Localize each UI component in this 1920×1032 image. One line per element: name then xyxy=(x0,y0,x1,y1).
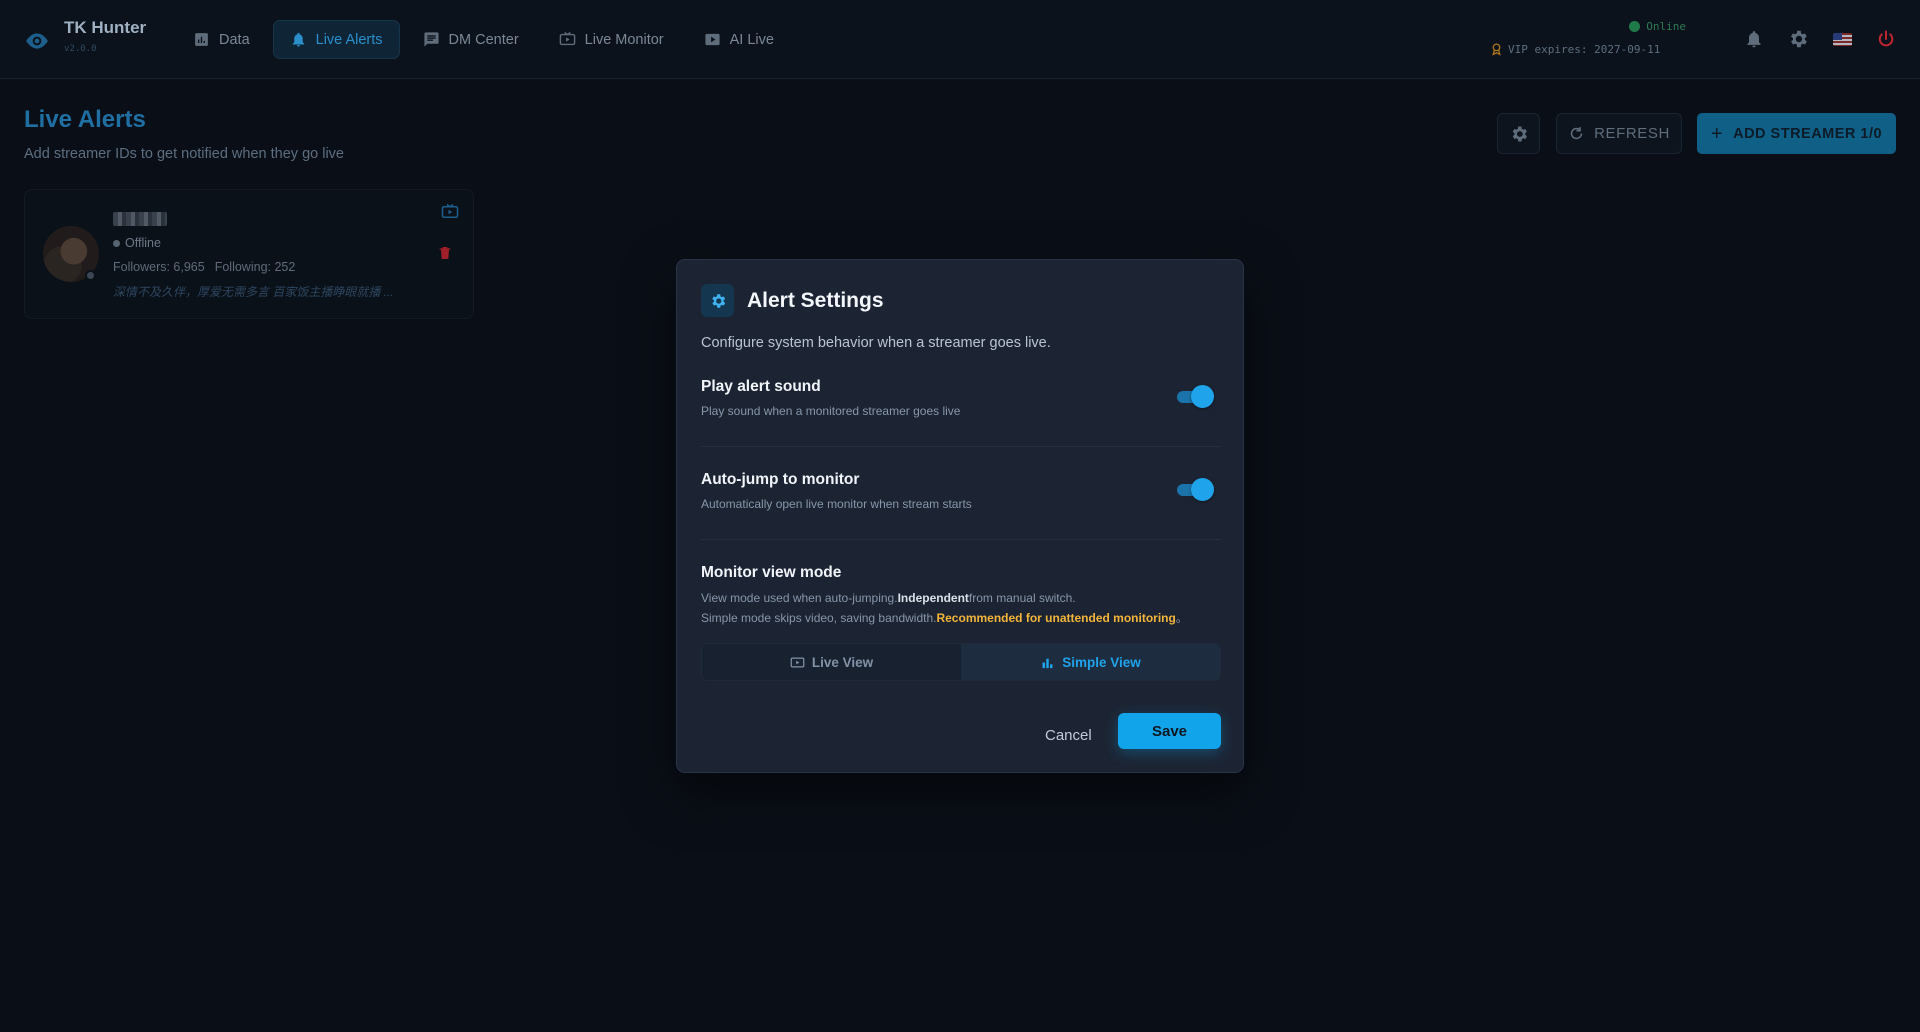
add-streamer-button[interactable]: + ADD STREAMER 1/0 xyxy=(1697,113,1896,154)
logout-button[interactable] xyxy=(1874,27,1898,51)
play-icon xyxy=(705,33,720,46)
tv-icon xyxy=(790,657,805,667)
brand[interactable]: TK Hunter v2.0.0 xyxy=(24,18,146,54)
simple-view-label: Simple View xyxy=(1062,654,1141,670)
nav-item-data[interactable]: Data xyxy=(176,20,267,59)
nav-label: Live Alerts xyxy=(315,31,383,48)
message-icon xyxy=(423,32,439,47)
dialog-description: Configure system behavior when a streame… xyxy=(701,335,1051,351)
bell-icon xyxy=(1747,31,1761,48)
nav-item-ai-live[interactable]: AI Live xyxy=(687,20,791,59)
award-icon xyxy=(1492,43,1501,56)
live-view-label: Live View xyxy=(811,654,874,670)
status-label: Offline xyxy=(125,236,161,250)
notifications-button[interactable] xyxy=(1742,27,1766,51)
option-monitor-view-mode: Monitor view mode View mode used when au… xyxy=(701,564,1221,628)
page-subtitle: Add streamer IDs to get notified when th… xyxy=(24,146,344,162)
account-status: Online VIP expires: 2027-09-11 xyxy=(1490,20,1686,56)
option-subtitle: Play sound when a monitored streamer goe… xyxy=(701,404,961,418)
vip-expiry: VIP expires: 2027-09-11 xyxy=(1508,42,1661,56)
power-icon xyxy=(1878,30,1894,47)
nav-label: Data xyxy=(219,31,250,48)
trash-icon xyxy=(439,247,451,259)
eye-icon xyxy=(26,33,48,49)
option-title: Monitor view mode xyxy=(701,564,842,581)
option-title: Auto-jump to monitor xyxy=(701,471,860,488)
option-title: Play alert sound xyxy=(701,378,821,395)
plus-icon: + xyxy=(1710,122,1724,145)
page-title: Live Alerts xyxy=(24,106,146,133)
alert-settings-dialog: Alert Settings Configure system behavior… xyxy=(676,259,1244,773)
bell-icon xyxy=(292,32,304,47)
nav-label: Live Monitor xyxy=(584,31,664,48)
main-nav: Data Live Alerts DM Center Live Monitor … xyxy=(176,20,791,59)
nav-item-live-monitor[interactable]: Live Monitor xyxy=(542,20,681,59)
offline-dot-icon xyxy=(113,239,120,247)
nav-label: DM Center xyxy=(448,31,519,48)
online-status: Online xyxy=(1490,20,1686,33)
tv-icon xyxy=(559,31,575,46)
option-play-alert-sound: Play alert sound Play sound when a monit… xyxy=(701,378,1221,418)
refresh-button[interactable]: REFRESH xyxy=(1556,113,1682,154)
followers-count: Followers: 6,965 xyxy=(113,260,205,274)
top-actions xyxy=(1742,27,1898,51)
app-version: v2.0.0 xyxy=(64,44,97,54)
cancel-button[interactable]: Cancel xyxy=(1045,727,1092,744)
streamer-name-redacted xyxy=(113,212,167,226)
app-name: TK Hunter xyxy=(64,18,147,37)
status-dot-icon xyxy=(85,270,96,281)
dialog-title: Alert Settings xyxy=(747,288,884,312)
top-bar: TK Hunter v2.0.0 Data Live Alerts DM Cen… xyxy=(0,0,1920,79)
online-label: Online xyxy=(1646,20,1686,33)
vip-status: VIP expires: 2027-09-11 xyxy=(1490,42,1686,56)
online-dot-icon xyxy=(1629,21,1641,32)
mode-description: View mode used when auto-jumping.Indepen… xyxy=(701,591,1188,625)
play-sound-toggle[interactable] xyxy=(1177,385,1214,408)
streamer-card[interactable]: Offline Followers: 6,965 Following: 252 深… xyxy=(24,189,474,319)
live-view-option[interactable]: Live View xyxy=(702,644,961,680)
language-button[interactable] xyxy=(1830,27,1854,51)
nav-label: AI Live xyxy=(729,31,774,48)
gear-icon xyxy=(1512,126,1527,141)
delete-streamer-button[interactable] xyxy=(435,244,455,264)
divider xyxy=(701,446,1221,447)
following-count: Following: 252 xyxy=(214,260,296,274)
streamer-bio: 深情不及久伴，厚爱无需多言 百家饭主播睁眼就播 ... xyxy=(113,285,394,299)
save-button[interactable]: Save xyxy=(1118,713,1221,749)
us-flag-icon xyxy=(1832,32,1852,46)
alert-settings-button[interactable] xyxy=(1497,113,1540,154)
gear-icon xyxy=(1791,30,1807,48)
streamer-status: Offline xyxy=(113,236,161,250)
divider xyxy=(701,539,1221,540)
option-subtitle: Automatically open live monitor when str… xyxy=(701,497,972,511)
live-monitor-icon[interactable] xyxy=(440,203,460,221)
bar-chart-icon xyxy=(1042,658,1053,668)
nav-item-live-alerts[interactable]: Live Alerts xyxy=(272,20,400,59)
gear-icon xyxy=(701,284,734,317)
nav-item-dm-center[interactable]: DM Center xyxy=(406,20,536,59)
option-auto-jump: Auto-jump to monitor Automatically open … xyxy=(701,471,1221,511)
streamer-stats: Followers: 6,965 Following: 252 xyxy=(113,260,295,274)
refresh-label: REFRESH xyxy=(1594,125,1670,142)
auto-jump-toggle[interactable] xyxy=(1177,478,1214,501)
view-mode-selector: Live View Simple View xyxy=(701,643,1221,681)
refresh-icon xyxy=(1570,127,1583,140)
bar-chart-icon xyxy=(195,33,208,46)
add-streamer-label: ADD STREAMER 1/0 xyxy=(1733,125,1883,142)
simple-view-option[interactable]: Simple View xyxy=(961,644,1220,680)
settings-button[interactable] xyxy=(1786,27,1810,51)
dialog-header: Alert Settings xyxy=(701,284,884,317)
